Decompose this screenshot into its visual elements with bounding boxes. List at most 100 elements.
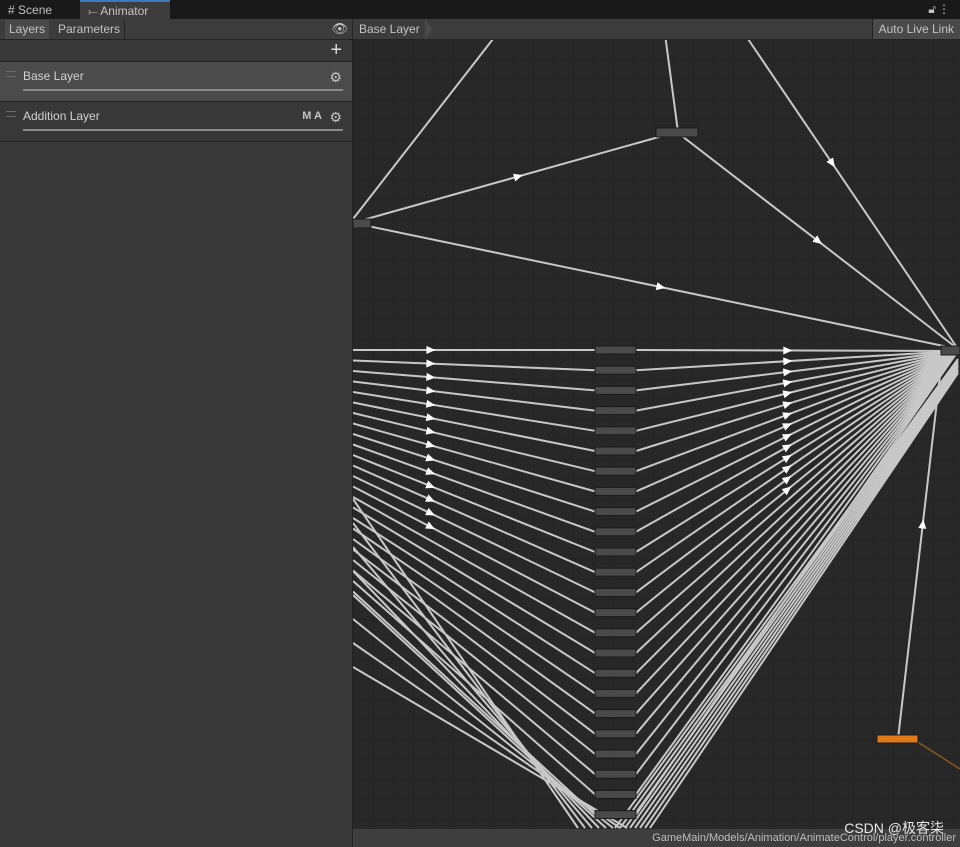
transition-arrow-icon [425, 494, 436, 502]
transition-arrow-icon [426, 346, 436, 354]
breadcrumb: Base Layer Auto Live Link [353, 19, 960, 40]
default-state-node[interactable] [876, 734, 919, 744]
tab-animator[interactable]: ⤚ Animator [80, 0, 170, 19]
grid-icon: # [8, 3, 15, 17]
transition-line[interactable] [635, 350, 959, 594]
transition-arrow-icon [426, 359, 436, 368]
state-node[interactable] [594, 385, 637, 395]
state-node[interactable] [594, 608, 637, 618]
transition-line[interactable] [353, 359, 596, 372]
transition-line[interactable] [353, 475, 596, 594]
transition-arrow-icon [781, 465, 792, 474]
more-icon[interactable]: ⋮ [938, 2, 950, 16]
state-node[interactable] [353, 218, 372, 229]
transition-line[interactable] [353, 380, 596, 412]
animator-icon: ⤚ [88, 4, 98, 18]
transition-arrow-icon [513, 173, 523, 182]
state-node[interactable] [594, 668, 637, 678]
transition-arrow-icon [425, 467, 436, 475]
breadcrumb-arrow-icon [425, 19, 433, 39]
state-node[interactable] [594, 466, 637, 476]
state-node[interactable] [594, 769, 637, 779]
transition-arrow-icon [425, 480, 436, 489]
state-node[interactable] [594, 345, 637, 355]
watermark: CSDN @极客柒 [844, 820, 944, 836]
state-node[interactable] [594, 365, 637, 375]
transition-line[interactable] [353, 485, 596, 614]
layers-panel: Layers Parameters 👁︎ + Base Layer ⚙ Addi… [0, 19, 353, 847]
transition-line[interactable] [353, 517, 596, 675]
transition-line[interactable] [353, 370, 596, 392]
transition-line[interactable] [619, 360, 959, 829]
transition-line[interactable] [614, 358, 959, 829]
transition-arrow-icon [781, 444, 792, 453]
state-node[interactable] [594, 749, 637, 759]
transition-arrow-icon [782, 412, 793, 420]
transition-arrow-icon [783, 357, 793, 366]
transition-line[interactable] [635, 350, 959, 775]
state-machine-canvas[interactable] [353, 19, 960, 847]
drag-handle-icon[interactable] [6, 71, 16, 77]
state-node[interactable] [594, 446, 637, 456]
layer-item[interactable]: Addition Layer M A ⚙ [0, 102, 352, 142]
state-node[interactable] [594, 810, 637, 820]
window-tab-bar: # Scene ⤚ Animator 🔓︎ ⋮ [0, 0, 960, 19]
state-node[interactable] [594, 406, 637, 416]
tab-layers[interactable]: Layers [5, 20, 50, 39]
drag-handle-icon[interactable] [6, 111, 16, 117]
transition-arrow-icon [425, 521, 435, 530]
transition-line[interactable] [353, 412, 596, 473]
state-node[interactable] [594, 486, 637, 496]
layer-badges: M A [302, 110, 322, 122]
transition-arrow-icon [781, 433, 792, 442]
state-node[interactable] [594, 547, 637, 557]
state-node[interactable] [594, 628, 637, 638]
state-node[interactable] [594, 709, 637, 719]
transition-arrow-icon [782, 423, 792, 431]
transition-arrow-icon [426, 372, 436, 381]
transition-line[interactable] [353, 590, 596, 816]
layer-weight-bar [23, 129, 343, 131]
state-node[interactable] [594, 426, 637, 436]
state-node[interactable] [594, 587, 637, 597]
state-node[interactable] [594, 648, 637, 658]
transition-line[interactable] [353, 401, 596, 452]
transition-arrow-icon [918, 519, 927, 529]
state-node[interactable] [594, 688, 637, 698]
transition-line[interactable] [353, 38, 494, 220]
animator-graph[interactable]: Base Layer Auto Live Link GameMain/Model… [353, 19, 960, 847]
state-node[interactable] [940, 345, 960, 356]
state-node[interactable] [594, 567, 637, 577]
transition-line[interactable] [635, 350, 959, 634]
transition-arrow-icon [783, 346, 793, 355]
transition-line[interactable] [624, 362, 959, 829]
transition-line[interactable] [649, 372, 959, 829]
transition-line[interactable] [353, 569, 596, 775]
transition-arrow-icon [425, 386, 436, 395]
state-node[interactable] [594, 729, 637, 739]
lock-icon[interactable]: 🔓︎ [928, 2, 936, 17]
transition-line[interactable] [635, 350, 959, 735]
state-node[interactable] [655, 127, 699, 138]
transition-arrow-icon [425, 440, 436, 448]
gear-icon[interactable]: ⚙ [329, 109, 342, 126]
transition-line[interactable] [353, 506, 596, 654]
state-node[interactable] [594, 507, 637, 517]
transition-line[interactable] [353, 454, 596, 553]
transition-arrow-icon [781, 454, 792, 464]
tab-parameters[interactable]: Parameters [54, 20, 126, 39]
tab-scene[interactable]: # Scene [0, 0, 80, 19]
auto-live-link-button[interactable]: Auto Live Link [871, 19, 960, 39]
layer-item[interactable]: Base Layer ⚙ [0, 62, 352, 102]
transition-line[interactable] [353, 433, 596, 513]
state-node[interactable] [594, 789, 637, 799]
transition-line[interactable] [353, 391, 596, 432]
gear-icon[interactable]: ⚙ [329, 69, 342, 86]
transition-arrow-icon [782, 401, 793, 410]
add-layer-button[interactable]: + [330, 39, 342, 62]
state-node[interactable] [594, 527, 637, 537]
transition-line[interactable] [635, 349, 959, 352]
eye-icon[interactable]: 👁︎ [331, 21, 348, 37]
breadcrumb-base-layer[interactable]: Base Layer [359, 22, 420, 36]
layer-weight-bar [23, 89, 343, 91]
